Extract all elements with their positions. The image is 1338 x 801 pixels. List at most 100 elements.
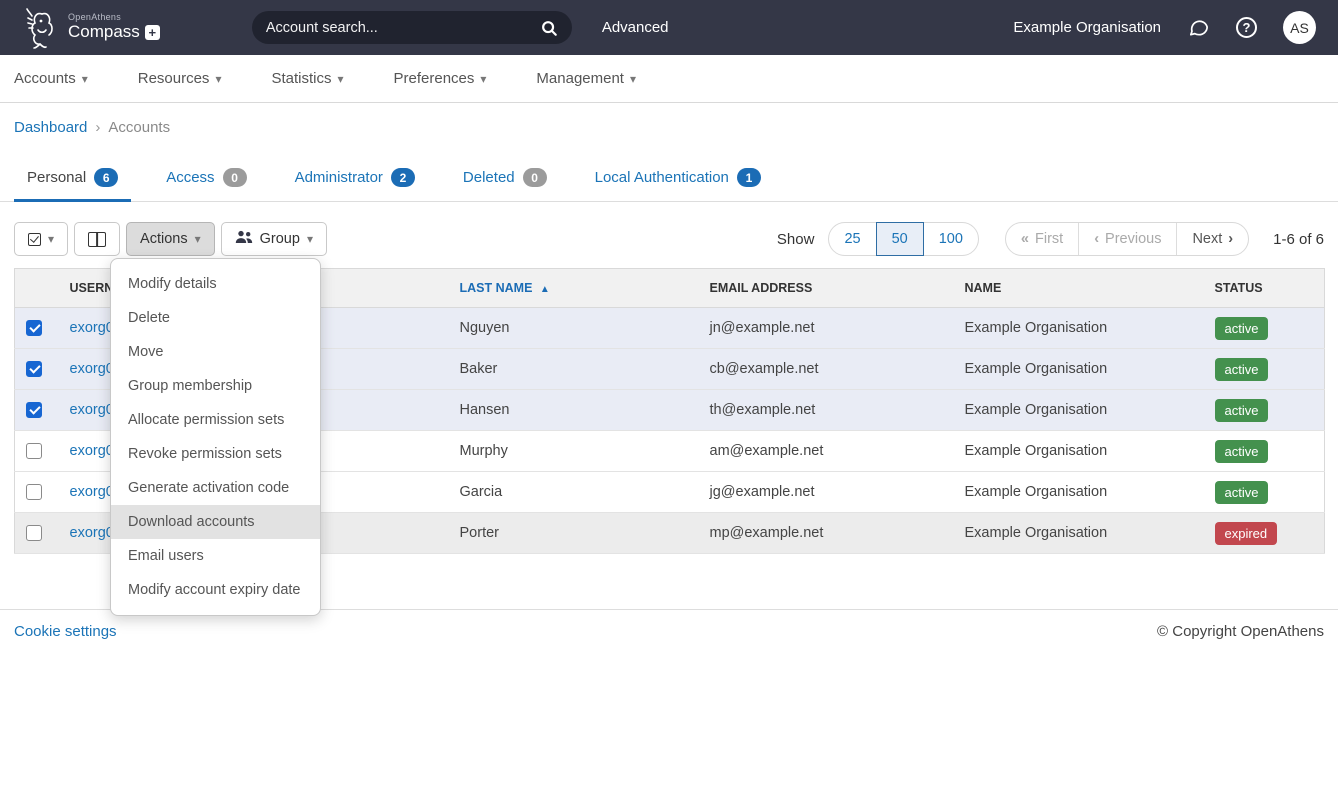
menu-item-modify-account-expiry-date[interactable]: Modify account expiry date <box>111 573 320 607</box>
first-page-button[interactable]: « First <box>1006 223 1078 255</box>
pagination-cluster: Show 25 50 100 « First ‹ Previous Next › <box>777 222 1324 256</box>
last-name-cell: Murphy <box>445 431 695 472</box>
group-dropdown-button[interactable]: Group ▾ <box>221 222 327 256</box>
email-cell: cb@example.net <box>695 349 950 390</box>
menu-item-generate-activation-code[interactable]: Generate activation code <box>111 471 320 505</box>
org-name-cell: Example Organisation <box>950 431 1200 472</box>
last-name-cell: Nguyen <box>445 308 695 349</box>
email-cell: am@example.net <box>695 431 950 472</box>
select-all-dropdown-button[interactable]: ▾ <box>14 222 68 256</box>
breadcrumb: Dashboard › Accounts <box>0 103 1338 150</box>
org-name-cell: Example Organisation <box>950 390 1200 431</box>
cookie-settings-link[interactable]: Cookie settings <box>14 623 117 640</box>
page-size-25[interactable]: 25 <box>829 223 875 255</box>
people-icon <box>235 230 253 248</box>
account-search-box[interactable] <box>252 11 572 44</box>
tab-local-authentication[interactable]: Local Authentication 1 <box>582 168 774 202</box>
menu-item-delete[interactable]: Delete <box>111 301 320 335</box>
chevron-left-icon: ‹ <box>1094 231 1099 247</box>
openathens-compass-logo[interactable]: OpenAthens Compass + <box>22 6 160 50</box>
row-checkbox[interactable] <box>26 320 42 336</box>
page-size-50[interactable]: 50 <box>876 222 924 256</box>
last-name-cell: Porter <box>445 513 695 554</box>
sort-ascending-icon: ▲ <box>540 284 550 295</box>
menu-item-move[interactable]: Move <box>111 335 320 369</box>
status-badge: active <box>1215 440 1269 463</box>
caret-down-icon: ▾ <box>48 232 54 246</box>
header-last-name[interactable]: LAST NAME ▲ <box>445 269 695 308</box>
breadcrumb-dashboard-link[interactable]: Dashboard <box>14 119 87 136</box>
advanced-search-link[interactable]: Advanced <box>602 19 669 36</box>
breadcrumb-current: Accounts <box>108 119 170 136</box>
nav-item-management[interactable]: Management▾ <box>536 70 636 87</box>
tab-administrator-count-badge: 2 <box>391 168 415 187</box>
page-size-100[interactable]: 100 <box>924 223 978 255</box>
pager-group: « First ‹ Previous Next › <box>1005 222 1249 256</box>
nav-item-preferences[interactable]: Preferences▾ <box>394 70 487 87</box>
columns-button[interactable] <box>74 222 120 256</box>
next-page-button[interactable]: Next › <box>1176 223 1248 255</box>
brand-compass-label: Compass <box>68 23 140 42</box>
header-name[interactable]: NAME <box>950 269 1200 308</box>
header-email-address[interactable]: EMAIL ADDRESS <box>695 269 950 308</box>
last-name-cell: Garcia <box>445 472 695 513</box>
header-select-column <box>15 269 55 308</box>
menu-item-download-accounts[interactable]: Download accounts <box>111 505 320 539</box>
checkbox-icon <box>28 233 41 246</box>
menu-item-modify-details[interactable]: Modify details <box>111 267 320 301</box>
account-search-input[interactable] <box>266 20 540 36</box>
caret-down-icon: ▾ <box>215 72 221 86</box>
page-size-group: 25 50 100 <box>828 222 978 256</box>
actions-dropdown-menu: Modify details Delete Move Group members… <box>110 258 321 616</box>
help-icon[interactable]: ? <box>1236 17 1257 38</box>
tab-local-authentication-count-badge: 1 <box>737 168 761 187</box>
email-cell: th@example.net <box>695 390 950 431</box>
actions-dropdown-button[interactable]: Actions ▾ <box>126 222 215 256</box>
search-icon[interactable] <box>540 19 558 37</box>
row-checkbox[interactable] <box>26 443 42 459</box>
user-avatar[interactable]: AS <box>1283 11 1316 44</box>
org-name-cell: Example Organisation <box>950 513 1200 554</box>
organisation-name: Example Organisation <box>1013 19 1161 36</box>
nav-item-resources[interactable]: Resources▾ <box>138 70 222 87</box>
compass-plus-icon: + <box>145 25 160 40</box>
tab-personal-count-badge: 6 <box>94 168 118 187</box>
row-checkbox[interactable] <box>26 361 42 377</box>
tab-deleted[interactable]: Deleted 0 <box>450 168 560 202</box>
menu-item-email-users[interactable]: Email users <box>111 539 320 573</box>
table-toolbar: ▾ Actions ▾ Group ▾ Show 25 <box>14 222 1324 256</box>
nav-item-statistics[interactable]: Statistics▾ <box>271 70 343 87</box>
row-checkbox[interactable] <box>26 402 42 418</box>
org-name-cell: Example Organisation <box>950 308 1200 349</box>
status-badge: active <box>1215 481 1269 504</box>
header-status[interactable]: STATUS <box>1200 269 1325 308</box>
row-checkbox[interactable] <box>26 525 42 541</box>
menu-item-revoke-permission-sets[interactable]: Revoke permission sets <box>111 437 320 471</box>
email-cell: jg@example.net <box>695 472 950 513</box>
caret-down-icon: ▾ <box>82 72 88 86</box>
brand-text: OpenAthens Compass + <box>68 13 160 42</box>
caret-down-icon: ▾ <box>307 232 313 246</box>
caret-down-icon: ▾ <box>480 72 486 86</box>
account-type-tabs: Personal 6 Access 0 Administrator 2 Dele… <box>0 168 1338 202</box>
status-badge: active <box>1215 358 1269 381</box>
page: OpenAthens Compass + Advanced Example Or… <box>0 0 1338 801</box>
menu-item-group-membership[interactable]: Group membership <box>111 369 320 403</box>
nav-item-accounts[interactable]: Accounts▾ <box>14 70 88 87</box>
row-checkbox[interactable] <box>26 484 42 500</box>
org-name-cell: Example Organisation <box>950 349 1200 390</box>
tab-access[interactable]: Access 0 <box>153 168 259 202</box>
result-range-label: 1-6 of 6 <box>1273 231 1324 248</box>
last-name-cell: Hansen <box>445 390 695 431</box>
menu-item-allocate-permission-sets[interactable]: Allocate permission sets <box>111 403 320 437</box>
chevron-right-icon: › <box>1228 231 1233 247</box>
tab-access-count-badge: 0 <box>223 168 247 187</box>
chevron-right-icon: › <box>95 119 100 136</box>
show-label: Show <box>777 231 815 248</box>
status-badge: expired <box>1215 522 1278 545</box>
feedback-chat-icon[interactable] <box>1187 16 1210 39</box>
tab-personal[interactable]: Personal 6 <box>14 168 131 202</box>
previous-page-button[interactable]: ‹ Previous <box>1078 223 1176 255</box>
tab-administrator[interactable]: Administrator 2 <box>282 168 428 202</box>
caret-down-icon: ▾ <box>337 72 343 86</box>
